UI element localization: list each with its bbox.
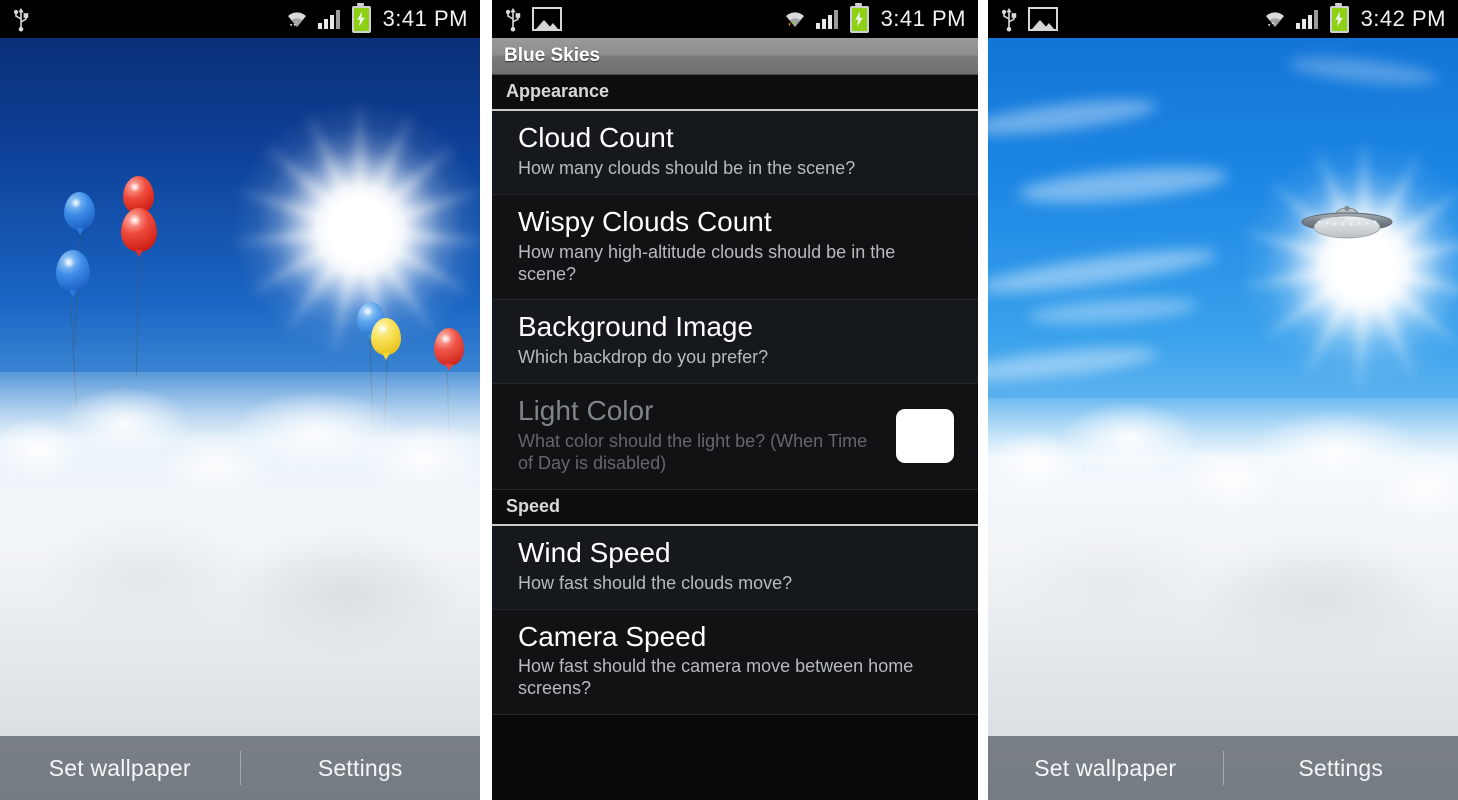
blue-balloon (56, 250, 90, 292)
usb-icon (1000, 6, 1018, 32)
preference-row-light-color: Light Color What color should the light … (492, 384, 978, 490)
section-header-speed: Speed (492, 489, 978, 526)
status-bar: 3:41 PM (492, 0, 978, 38)
preference-text-block: Light Color What color should the light … (518, 395, 896, 475)
preference-summary: Which backdrop do you prefer? (518, 347, 769, 368)
preference-summary: How fast should the camera move between … (518, 656, 914, 699)
wallpaper-action-bar: Set wallpaper Settings (0, 736, 480, 800)
preference-title: Wispy Clouds Count (518, 205, 772, 237)
panel-gap (978, 0, 988, 800)
settings-screen: Blue Skies Appearance Cloud Count How ma… (492, 38, 978, 800)
preference-summary: What color should the light be? (When Ti… (518, 431, 868, 473)
status-right-icons: 3:41 PM (284, 2, 480, 33)
panel-settings: Blue Skies Appearance Cloud Count How ma… (492, 0, 978, 800)
signal-icon (317, 9, 344, 29)
preference-row-background-image[interactable]: Background Image Which backdrop do you p… (492, 300, 978, 385)
battery-charging-icon (351, 2, 371, 33)
section-label: Speed (506, 495, 561, 516)
status-left-icons (988, 6, 1058, 32)
settings-button[interactable]: Settings (241, 755, 481, 782)
wifi-icon (1262, 8, 1288, 30)
preference-row-cloud-count[interactable]: Cloud Count How many clouds should be in… (492, 111, 978, 195)
battery-charging-icon (1329, 2, 1349, 33)
app-title-bar: Blue Skies (492, 38, 978, 75)
status-bar: 3:41 PM (0, 0, 480, 38)
preference-title: Camera Speed (518, 620, 707, 652)
status-bar: 3:42 PM (988, 0, 1458, 38)
clock-label: 3:41 PM (382, 6, 468, 31)
preference-title: Background Image (518, 311, 754, 343)
status-right-icons: 3:41 PM (782, 2, 978, 33)
app-title: Blue Skies (504, 45, 601, 66)
screenshot-image-icon (532, 7, 562, 31)
panel-wallpaper-balloons: 3:41 PM Set wallpaper Settings (0, 0, 480, 800)
battery-charging-icon (849, 2, 869, 33)
preference-title: Wind Speed (518, 536, 671, 568)
wallpaper-action-bar: Set wallpaper Settings (988, 736, 1458, 800)
signal-icon (815, 9, 842, 29)
preference-row-wispy-clouds-count[interactable]: Wispy Clouds Count How many high-altitud… (492, 194, 978, 301)
preference-summary: How fast should the clouds move? (518, 572, 793, 593)
preference-row-wind-speed[interactable]: Wind Speed How fast should the clouds mo… (492, 525, 978, 610)
settings-button[interactable]: Settings (1224, 755, 1458, 782)
preference-title: Light Color (518, 395, 654, 427)
ufo-icon (1299, 205, 1395, 247)
wifi-icon (284, 8, 310, 30)
set-wallpaper-button[interactable]: Set wallpaper (0, 755, 240, 782)
status-left-icons (0, 6, 30, 32)
section-label: Appearance (506, 81, 610, 101)
signal-icon (1295, 9, 1322, 29)
yellow-balloon (371, 318, 401, 355)
clock-label: 3:42 PM (1360, 6, 1446, 31)
three-panel-screenshot: 3:41 PM Set wallpaper Settings Blue Skie… (0, 0, 1458, 800)
panel-wallpaper-ufo: 3:42 PM Set wallpaper Settings (988, 0, 1458, 800)
set-wallpaper-button[interactable]: Set wallpaper (988, 755, 1223, 782)
red-balloon (121, 208, 157, 252)
wifi-icon (782, 8, 808, 30)
blue-balloon (64, 192, 95, 230)
preference-title: Cloud Count (518, 122, 674, 153)
usb-icon (504, 6, 522, 32)
color-swatch[interactable] (896, 408, 954, 463)
status-left-icons (492, 6, 562, 32)
preference-summary: How many high-altitude clouds should be … (518, 241, 896, 284)
screenshot-image-icon (1028, 7, 1058, 31)
section-header-appearance: Appearance (492, 75, 978, 111)
status-right-icons: 3:42 PM (1262, 2, 1458, 33)
preference-summary: How many clouds should be in the scene? (518, 157, 856, 178)
clock-label: 3:41 PM (880, 6, 966, 31)
red-balloon (434, 328, 464, 366)
usb-icon (12, 6, 30, 32)
preference-row-camera-speed[interactable]: Camera Speed How fast should the camera … (492, 609, 978, 716)
panel-gap (480, 0, 492, 800)
